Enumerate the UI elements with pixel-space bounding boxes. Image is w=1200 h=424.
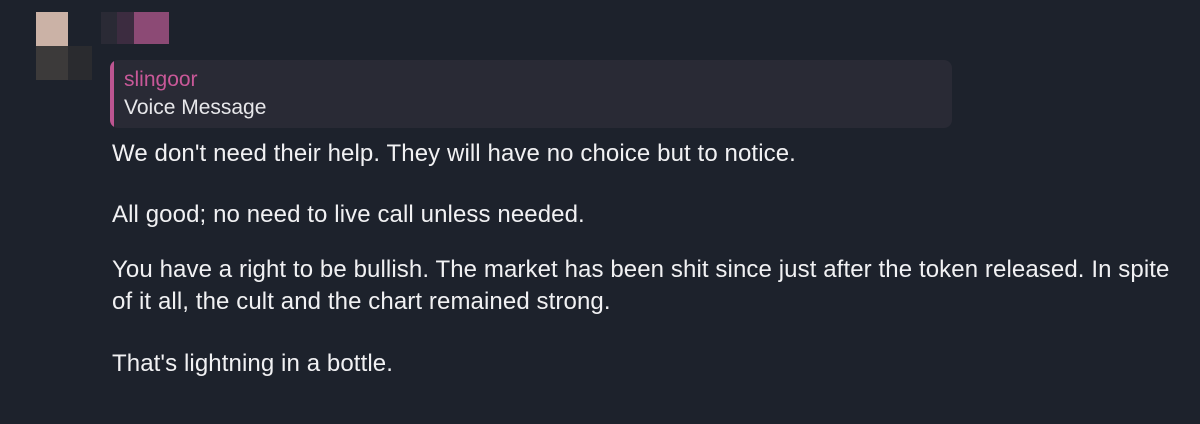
message-text: All good; no need to live call unless ne… [112,201,585,228]
message-text: We don't need their help. They will have… [112,140,796,167]
avatar-pixel [36,46,68,80]
reply-accent-bar [110,60,114,128]
avatar[interactable] [36,12,96,80]
username-pixel [117,12,134,44]
message-text: That's lightning in a bottle. [112,350,393,377]
reply-preview-text: Voice Message [124,96,267,119]
username-pixel [134,12,169,44]
username-pixel [101,12,117,44]
chat-message-group: slingoor Voice Message We don't need the… [0,0,1200,424]
sender-name-redacted[interactable] [101,12,169,44]
avatar-pixel [68,12,96,46]
avatar-pixel [36,12,68,46]
reply-quote[interactable]: slingoor Voice Message [110,60,952,128]
message-text: You have a right to be bullish. The mark… [112,256,1170,315]
avatar-pixel [68,46,92,80]
reply-author: slingoor [124,68,198,91]
